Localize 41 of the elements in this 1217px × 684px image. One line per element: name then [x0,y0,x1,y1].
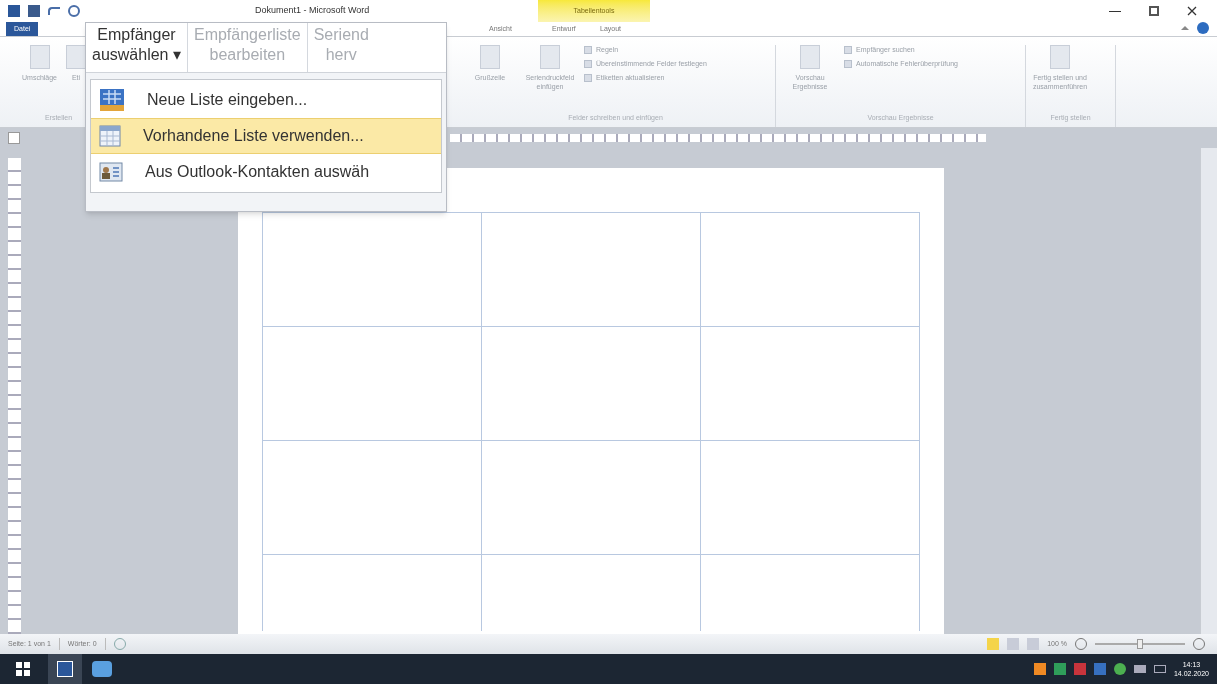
label-table-cell[interactable] [262,327,482,441]
contact-card-icon [99,162,123,182]
vertical-scrollbar[interactable] [1200,148,1217,634]
label-table-cell[interactable] [262,213,482,327]
help-icon[interactable] [1197,22,1209,34]
desktop-app-icon[interactable] [92,661,112,677]
minimize-icon[interactable] [1109,10,1121,12]
window-title: Dokument1 - Microsoft Word [255,4,370,17]
ruler-toggle-icon[interactable] [8,132,20,144]
label-table-cell[interactable] [700,213,920,327]
tray-app-icon[interactable] [1053,663,1066,675]
label-table-cell[interactable] [700,327,920,441]
menu-item[interactable]: Vorhandene Liste verwenden... [91,118,441,154]
tray-app-icon[interactable] [1113,663,1126,675]
document-icon[interactable] [66,45,86,69]
table-icon [99,125,121,147]
document-icon[interactable] [1050,45,1070,69]
windows-start-icon[interactable] [16,662,30,676]
close-icon[interactable] [1187,6,1197,16]
menu-item[interactable]: Aus Outlook-Kontakten auswäh [91,154,441,190]
print-layout-icon[interactable] [987,638,1000,650]
tray-app-icon[interactable] [1073,663,1086,675]
collapse-ribbon-icon[interactable] [1181,26,1189,30]
document-icon[interactable] [540,45,560,69]
label-table-cell[interactable] [700,441,920,555]
label-table-cell[interactable] [481,327,701,441]
web-layout-icon[interactable] [1027,638,1040,650]
label-table-cell[interactable] [481,441,701,555]
reading-view-icon[interactable] [1007,638,1020,650]
tray-app-icon[interactable] [1093,663,1106,675]
tray-app-icon[interactable] [1033,663,1046,675]
menu-item[interactable]: Neue Liste eingeben... [91,82,441,118]
label-table-cell[interactable] [481,213,701,327]
document-icon[interactable] [29,45,50,69]
label-table-cell[interactable] [262,441,482,555]
document-icon[interactable] [800,45,820,69]
restore-icon[interactable] [1149,6,1159,16]
table-edit-icon [99,88,125,112]
zoom-slider-thumb[interactable] [1137,639,1143,649]
document-icon[interactable] [480,45,500,69]
ribbon-button[interactable]: Empfänger auswählen ▾ [86,23,187,72]
